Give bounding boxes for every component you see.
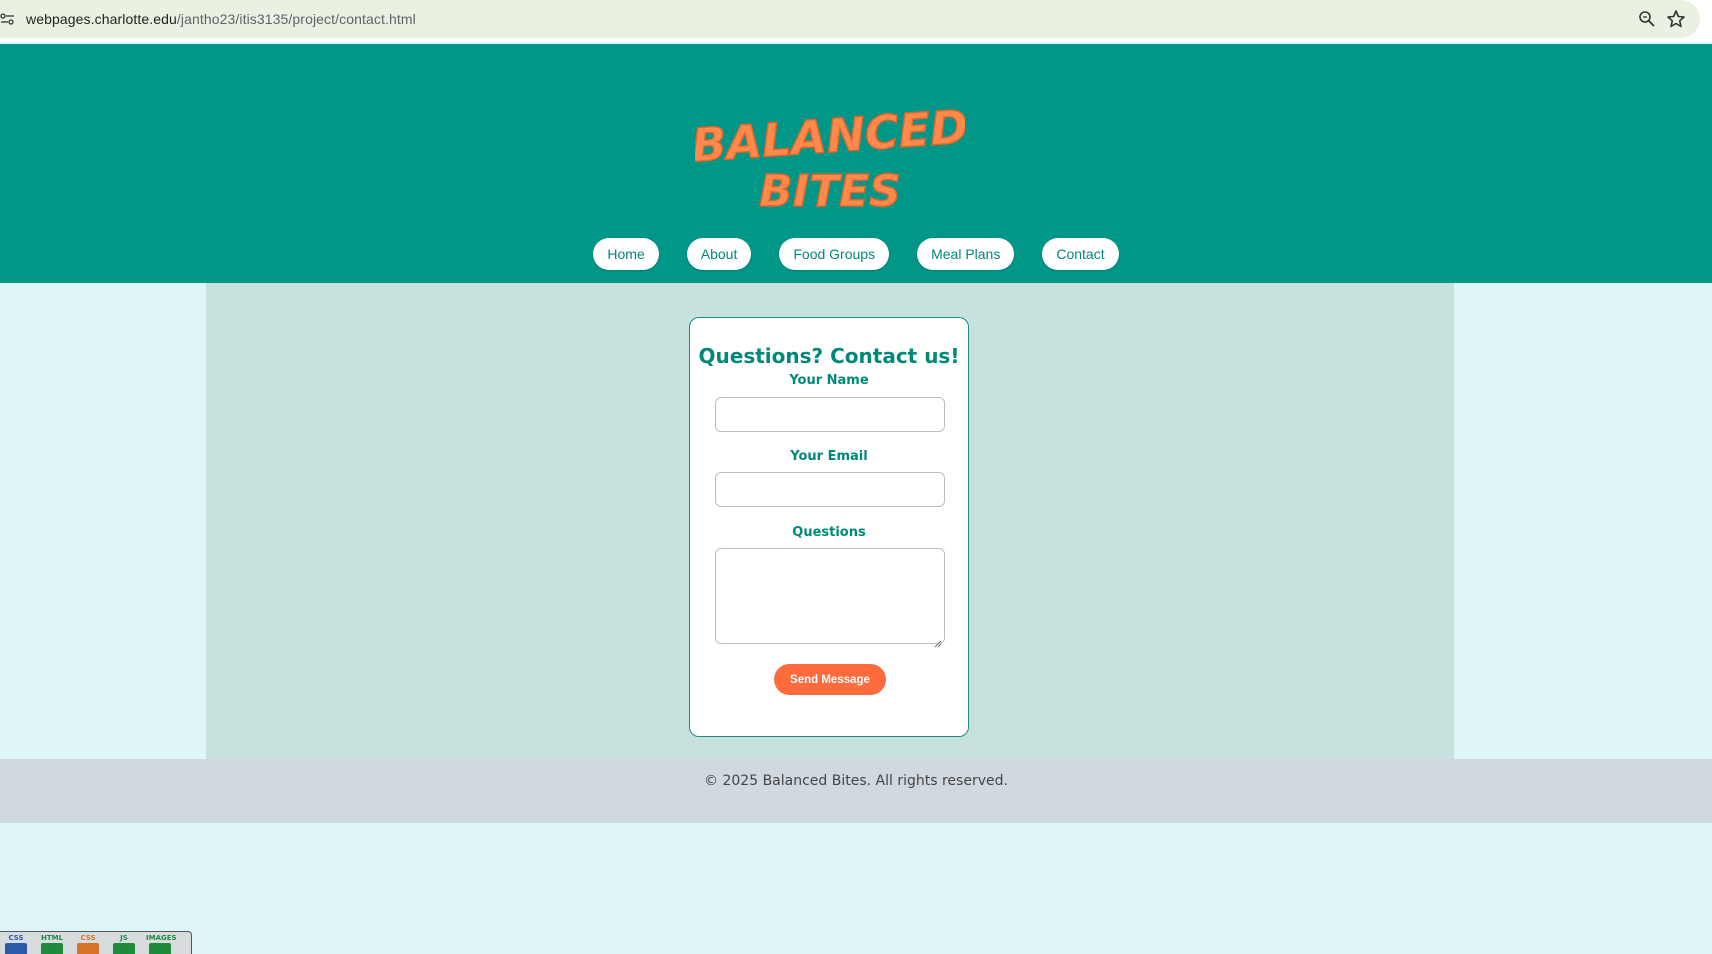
url-field[interactable]: webpages.charlotte.edu/jantho23/itis3135… — [0, 0, 1700, 38]
site-footer: © 2025 Balanced Bites. All rights reserv… — [0, 759, 1712, 823]
validator-badges: CSS ON HTML CSS JS IMAGES — [0, 931, 192, 954]
email-input[interactable] — [715, 472, 945, 507]
site-header: BALANCED BITES Home About Food Groups Me… — [0, 44, 1712, 283]
browser-address-bar: webpages.charlotte.edu/jantho23/itis3135… — [0, 0, 1712, 42]
nav-food-groups[interactable]: Food Groups — [779, 238, 890, 270]
bookmark-star-icon[interactable] — [1666, 9, 1686, 29]
js-badge[interactable]: JS — [110, 934, 138, 954]
zoom-icon[interactable] — [1638, 10, 1656, 28]
images-badge[interactable]: IMAGES — [146, 934, 177, 954]
css-badge[interactable]: CSS — [74, 934, 102, 954]
url-path: /jantho23/itis3135/project/contact.html — [176, 11, 416, 27]
balanced-bites-logo[interactable]: BALANCED BITES — [689, 80, 971, 230]
copyright-text: © 2025 Balanced Bites. All rights reserv… — [704, 773, 1008, 789]
url-text: webpages.charlotte.edu/jantho23/itis3135… — [26, 11, 416, 27]
nav-contact[interactable]: Contact — [1042, 238, 1119, 270]
url-host: webpages.charlotte.edu — [26, 11, 177, 27]
questions-textarea[interactable] — [715, 548, 945, 648]
form-title: Questions? Contact us! — [698, 344, 960, 368]
nav-about[interactable]: About — [686, 238, 752, 270]
contact-form-card: Questions? Contact us! Your Name Your Em… — [689, 317, 969, 737]
send-message-button[interactable]: Send Message — [774, 664, 886, 695]
main-nav: Home About Food Groups Meal Plans Contac… — [0, 238, 1712, 272]
logo-line1: BALANCED — [695, 99, 965, 172]
name-input[interactable] — [715, 397, 945, 432]
nav-meal-plans[interactable]: Meal Plans — [917, 238, 1015, 270]
css-on-badge[interactable]: CSS ON — [2, 934, 30, 954]
logo-line2: BITES — [759, 166, 901, 217]
resize-grip-icon[interactable] — [934, 633, 942, 648]
questions-label: Questions — [792, 525, 866, 540]
nav-home[interactable]: Home — [593, 238, 659, 270]
main-content: Questions? Contact us! Your Name Your Em… — [206, 283, 1454, 759]
site-settings-icon[interactable] — [0, 11, 16, 27]
name-label: Your Name — [789, 373, 869, 388]
email-label: Your Email — [790, 449, 868, 464]
html-badge[interactable]: HTML — [38, 934, 66, 954]
